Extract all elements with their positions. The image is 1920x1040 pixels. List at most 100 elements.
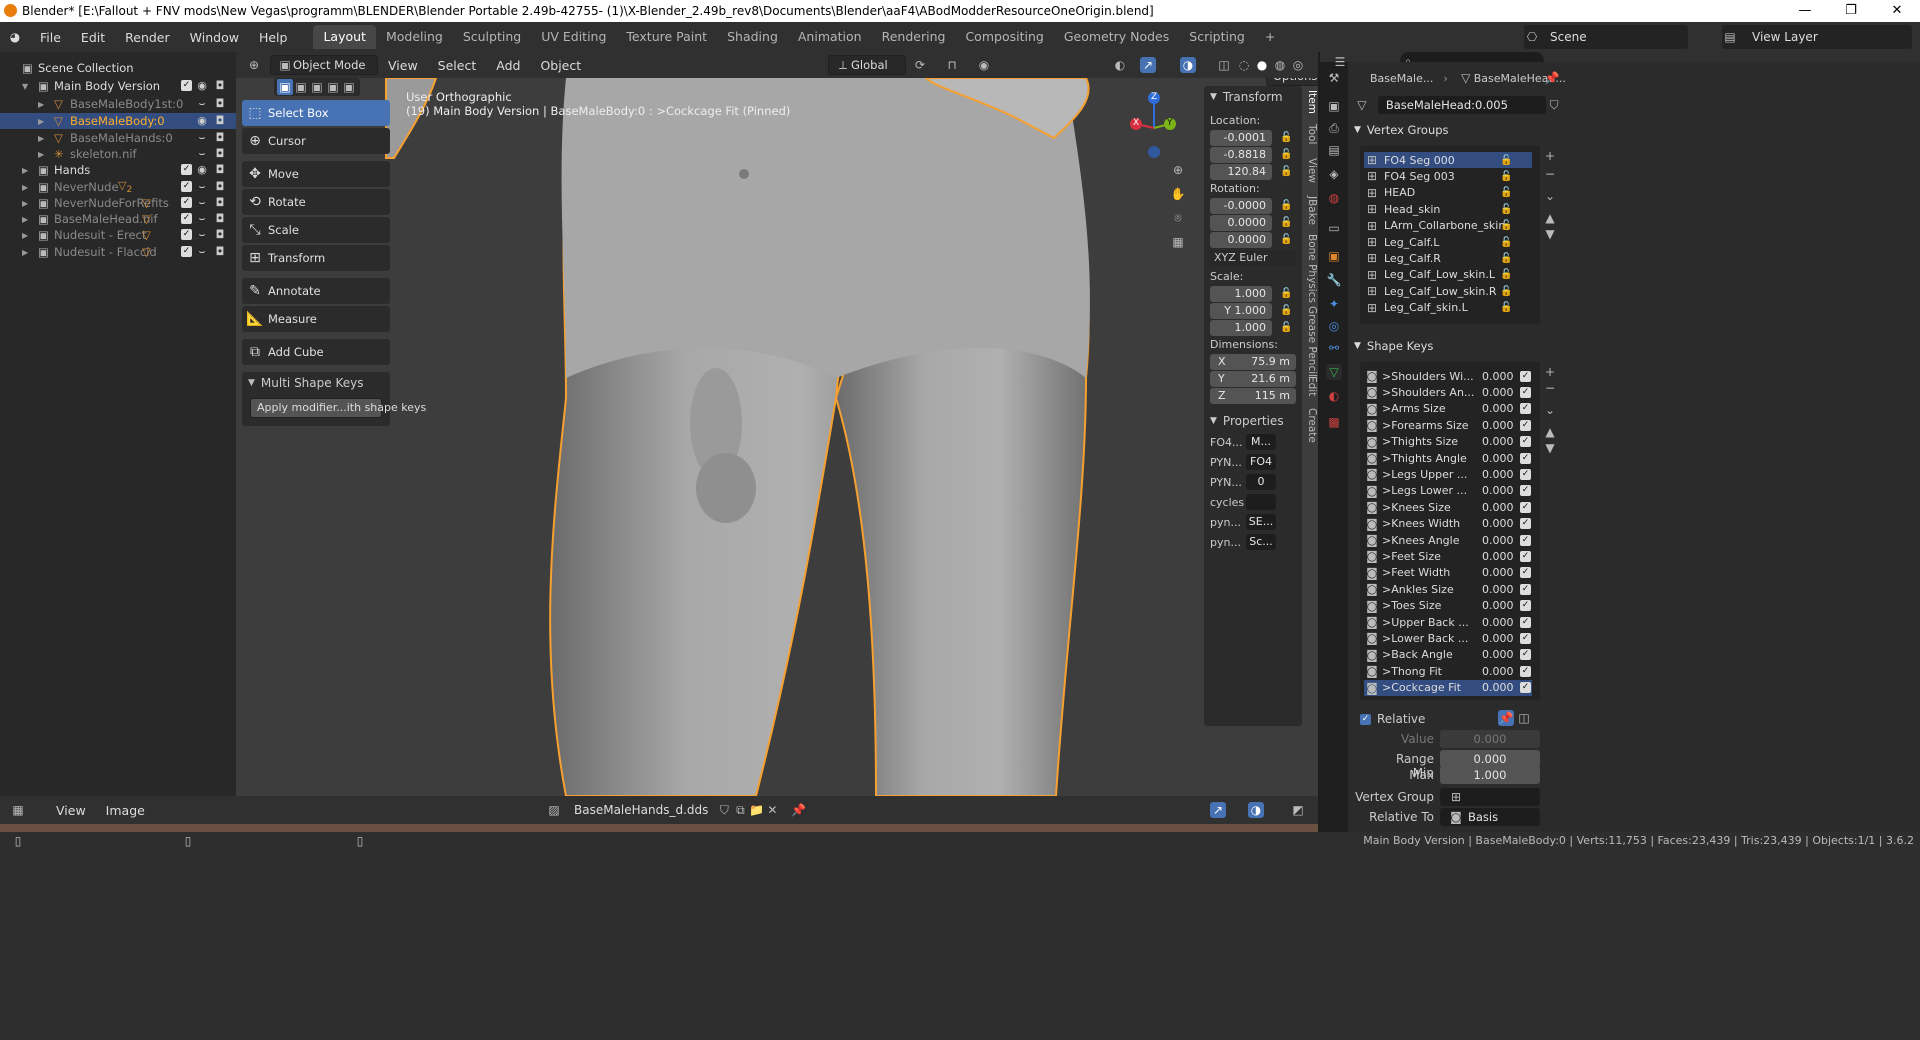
image-selector[interactable]: ▨ BaseMaleHands_d.dds ⛉ ⧉ 📁 ✕ 📌 (546, 800, 806, 820)
shape-key-row[interactable]: ◙ >Feet Width 0.000 ✓ (1364, 565, 1532, 581)
shape-key-mute-checkbox[interactable]: ✓ (1520, 583, 1531, 595)
menu-edit[interactable]: Edit (71, 30, 115, 45)
visibility-eye-icon[interactable]: ⌣ (196, 229, 208, 241)
specials-chevron-icon[interactable]: ⌄ (1542, 188, 1558, 204)
move-up-icon[interactable]: ▲ (1542, 424, 1558, 440)
shape-key-row[interactable]: ◙ >Legs Lower ... 0.000 ✓ (1364, 483, 1532, 499)
vertex-group-row[interactable]: ⊞ Leg_Calf.L 🔓 (1364, 234, 1532, 250)
shape-key-mute-checkbox[interactable]: ✓ (1520, 468, 1531, 480)
shape-key-mute-checkbox[interactable]: ✓ (1520, 616, 1531, 628)
transform-orientation-selector[interactable]: ⟂ Global (828, 55, 906, 75)
location-x-field[interactable]: -0.0001 (1210, 130, 1272, 146)
gizmo-toggle-icon[interactable]: ↗ (1140, 57, 1156, 73)
shape-key-row[interactable]: ◙ >Feet Size 0.000 ✓ (1364, 548, 1532, 564)
tool-measure[interactable]: 📐 Measure (242, 306, 390, 332)
shape-key-row[interactable]: ◙ >Thong Fit 0.000 ✓ (1364, 663, 1532, 679)
lock-icon[interactable]: 🔓 (1500, 286, 1512, 297)
lock-icon[interactable]: 🔓 (1500, 237, 1512, 248)
sidebar-tab[interactable]: Create (1304, 408, 1318, 443)
move-down-icon[interactable]: ▼ (1542, 440, 1558, 456)
custom-property-value[interactable]: 0 (1246, 474, 1276, 490)
lock-icon[interactable]: 🔓 (1280, 132, 1292, 143)
render-camera-icon[interactable]: ◘ (214, 229, 226, 241)
shape-key-value[interactable]: 0.000 (1482, 550, 1514, 563)
render-camera-icon[interactable]: ◘ (214, 181, 226, 193)
scale-x-field[interactable]: 1.000 (1210, 286, 1272, 302)
properties-panel-header[interactable]: ▼ Properties (1210, 414, 1284, 428)
shape-key-value[interactable]: 0.000 (1482, 681, 1514, 694)
visibility-eye-icon[interactable]: ◉ (196, 80, 208, 92)
pin-icon[interactable]: 📌 (790, 802, 806, 818)
shape-key-mute-checkbox[interactable]: ✓ (1520, 550, 1531, 562)
visibility-eye-icon[interactable]: ⌣ (196, 197, 208, 209)
vertex-group-row[interactable]: ⊞ Leg_Calf_Low_skin.R 🔓 (1364, 283, 1532, 299)
vertex-group-row[interactable]: ⊞ Leg_Calf_skin.L 🔓 (1364, 300, 1532, 316)
image-editor-canvas[interactable] (0, 824, 1318, 832)
vertex-groups-header[interactable]: ▼ Vertex Groups (1354, 120, 1554, 140)
workspace-tab-modeling[interactable]: Modeling (376, 25, 453, 49)
shape-key-mute-checkbox[interactable]: ✓ (1520, 485, 1531, 497)
shape-key-row[interactable]: ◙ >Ankles Size 0.000 ✓ (1364, 581, 1532, 597)
exclude-checkbox[interactable]: ✓ (181, 80, 192, 91)
outliner-row[interactable]: ▶ ▣ NeverNudeForRefits ▽ ✓ ⌣ ◘ (0, 195, 236, 211)
viewport-menu-object[interactable]: Object (530, 58, 591, 73)
workspace-tab-shading[interactable]: Shading (717, 25, 788, 49)
render-camera-icon[interactable]: ◘ (214, 246, 226, 258)
sidebar-tab[interactable]: Tool (1304, 124, 1318, 144)
vertex-group-row[interactable]: ⊞ LArm_Collarbone_skin 🔓 (1364, 218, 1532, 234)
dimension-2-field[interactable]: Z 115 m (1210, 388, 1296, 404)
outliner-row[interactable]: ▼ ▣ Main Body Version ✓ ◉ ◘ (0, 78, 236, 94)
rendered-shading-icon[interactable]: ◎ (1290, 57, 1306, 73)
shape-key-mute-checkbox[interactable]: ✓ (1520, 534, 1531, 546)
lock-icon[interactable]: 🔓 (1500, 253, 1512, 264)
scene-icon[interactable]: ◈ (1326, 166, 1342, 182)
expand-toggle-icon[interactable]: ▶ (38, 150, 44, 159)
shape-key-value[interactable]: 0.000 (1482, 648, 1514, 661)
visibility-eye-icon[interactable]: ⌣ (196, 213, 208, 225)
tool-move[interactable]: ✥ Move (242, 161, 390, 187)
relative-checkbox[interactable]: ✓ Relative (1360, 712, 1425, 726)
exclude-checkbox[interactable]: ✓ (181, 229, 192, 240)
object-icon[interactable]: ▣ (1326, 248, 1342, 264)
rotation-mode-select[interactable]: XYZ Euler (1210, 250, 1296, 266)
shape-key-mute-checkbox[interactable]: ✓ (1520, 403, 1531, 415)
material-icon[interactable]: ◐ (1326, 388, 1342, 404)
breadcrumb-object[interactable]: BaseMale... (1370, 72, 1433, 85)
expand-toggle-icon[interactable]: ▶ (38, 117, 44, 126)
maximize-button[interactable]: ❐ (1828, 0, 1874, 22)
shape-key-value[interactable]: 0.000 (1482, 599, 1514, 612)
lock-icon[interactable]: 🔓 (1280, 322, 1292, 333)
outliner-row[interactable]: ▶▽BaseMaleBody1st:0✓⌣◘ (0, 96, 236, 112)
expand-toggle-icon[interactable]: ▶ (22, 231, 28, 240)
pivot-icon[interactable]: ⟳ (912, 57, 928, 73)
properties-editor-type-icon[interactable]: ☰ (1332, 54, 1348, 70)
pin-shape-icon[interactable]: 📌 (1498, 710, 1514, 726)
sidebar-tab[interactable]: Item (1304, 90, 1318, 114)
physics-icon[interactable]: ◎ (1326, 318, 1342, 334)
lock-icon[interactable]: 🔓 (1280, 305, 1292, 316)
shape-key-value[interactable]: 0.000 (1482, 501, 1514, 514)
sidebar-tab[interactable]: View (1304, 158, 1318, 183)
menu-window[interactable]: Window (180, 30, 249, 45)
shape-key-row[interactable]: ◙ >Cockcage Fit 0.000 ✓ (1364, 679, 1532, 696)
select-extend-icon[interactable]: ▣ (293, 79, 309, 95)
folder-icon[interactable]: 📁 (748, 802, 764, 818)
visibility-eye-icon[interactable]: ◉ (196, 164, 208, 176)
add-icon[interactable]: + (1542, 364, 1558, 380)
shape-key-row[interactable]: ◙ >Shoulders An... 0.000 ✓ (1364, 384, 1532, 400)
viewport-menu-view[interactable]: View (378, 58, 428, 73)
3d-viewport[interactable]: ▣ ▣ ▣ ▣ ▣ ⬚ Select Box ⊕ Cursor ✥ Move ⟲ Rot… (236, 78, 1318, 796)
shape-keys-header[interactable]: ▼ Shape Keys (1354, 336, 1554, 356)
render-camera-icon[interactable]: ◘ (214, 148, 226, 160)
tool-select-box[interactable]: ⬚ Select Box (242, 100, 390, 126)
sidebar-tab[interactable]: Grease Pencil (1304, 306, 1318, 377)
render-camera-icon[interactable]: ◘ (214, 197, 226, 209)
options-button[interactable]: Options (1266, 78, 1318, 86)
remove-icon[interactable]: − (1542, 380, 1558, 396)
dimension-1-field[interactable]: Y 21.6 m (1210, 371, 1296, 387)
custom-property-value[interactable] (1246, 494, 1276, 510)
close-button[interactable]: ✕ (1874, 0, 1920, 22)
move-up-icon[interactable]: ▲ (1542, 210, 1558, 226)
shape-key-mute-checkbox[interactable]: ✓ (1520, 501, 1531, 513)
workspace-tab-layout[interactable]: Layout (313, 25, 376, 49)
